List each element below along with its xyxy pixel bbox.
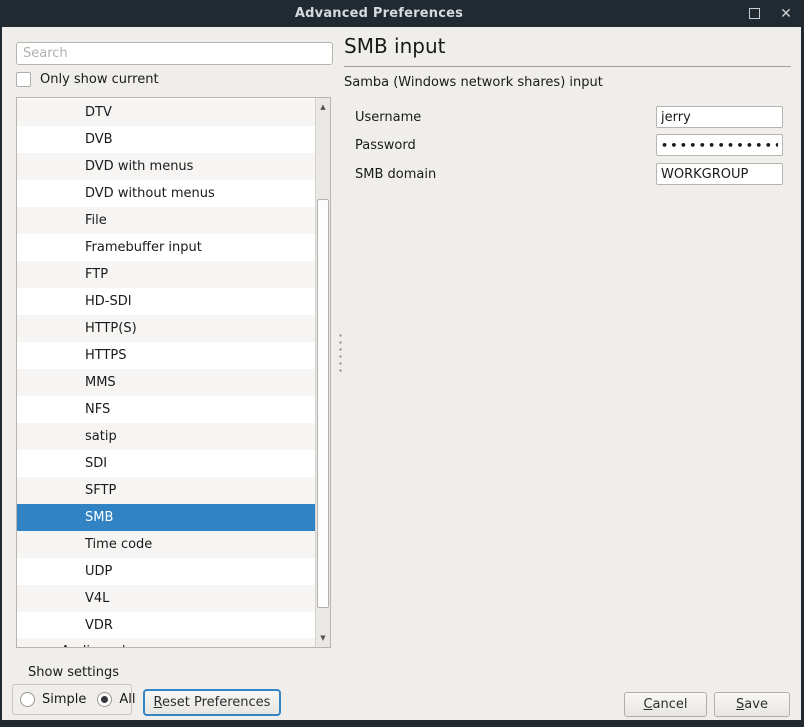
scroll-up-icon[interactable]: ▲ (316, 98, 330, 116)
username-label: Username (355, 110, 421, 125)
tree-item[interactable]: V4L (17, 585, 315, 612)
page-title: SMB input (344, 34, 445, 58)
maximize-button[interactable] (744, 4, 764, 24)
tree-item[interactable]: SFTP (17, 477, 315, 504)
tree-item[interactable]: Time code (17, 531, 315, 558)
tree-item-label: HTTP(S) (85, 321, 137, 336)
tree-item[interactable]: VDR (17, 612, 315, 639)
tree-item-label: DVD with menus (85, 159, 193, 174)
tree-item-label: UDP (85, 564, 112, 579)
close-icon: ✕ (780, 7, 792, 21)
password-field[interactable] (656, 134, 783, 156)
tree-item[interactable]: HD-SDI (17, 288, 315, 315)
show-settings-label: Show settings (28, 665, 119, 680)
tree-item-label: MMS (85, 375, 116, 390)
tree-item-label: Time code (85, 537, 152, 552)
tree-rows: DTV DVB DVD with menus DVD without menus… (17, 99, 315, 639)
tree-item[interactable]: Framebuffer input (17, 234, 315, 261)
title-divider (344, 66, 791, 67)
radio-all[interactable] (97, 692, 112, 707)
tree-item-label: SFTP (85, 483, 116, 498)
window-title: Advanced Preferences (295, 6, 463, 21)
tree-item[interactable]: DVD with menus (17, 153, 315, 180)
tree-item[interactable]: satip (17, 423, 315, 450)
tree-item-partial[interactable]: ▸ Audio codecs (17, 638, 315, 647)
search-input[interactable] (16, 42, 333, 65)
advanced-preferences-window: Advanced Preferences ✕ Only show current… (0, 0, 804, 727)
scrollbar-thumb[interactable] (317, 199, 329, 608)
smb-domain-field[interactable] (656, 163, 783, 185)
reset-preferences-button[interactable]: Reset Preferences (143, 689, 281, 716)
tree-item[interactable]: SMB (17, 504, 315, 531)
tree-item-label: Audio codecs (61, 639, 147, 648)
only-show-current-checkbox[interactable] (16, 72, 31, 87)
tree-item[interactable]: FTP (17, 261, 315, 288)
cancel-button[interactable]: Cancel (624, 692, 707, 717)
tree-item[interactable]: HTTP(S) (17, 315, 315, 342)
only-show-current-row: Only show current (16, 71, 159, 88)
tree-item-label: FTP (85, 267, 108, 282)
show-settings-radio-group: Simple All (12, 684, 132, 715)
expander-icon: ▸ (47, 639, 52, 648)
tree-item[interactable]: UDP (17, 558, 315, 585)
tree-item-label: V4L (85, 591, 109, 606)
password-label: Password (355, 138, 416, 153)
tree-item-label: File (85, 213, 107, 228)
tree-item[interactable]: DVB (17, 126, 315, 153)
tree-item[interactable]: HTTPS (17, 342, 315, 369)
radio-all-label: All (119, 692, 135, 707)
tree-item[interactable]: DTV (17, 99, 315, 126)
tree-item[interactable]: SDI (17, 450, 315, 477)
tree-item-label: HD-SDI (85, 294, 132, 309)
tree-item-label: VDR (85, 618, 113, 633)
save-button[interactable]: Save (714, 692, 790, 717)
tree-item[interactable]: NFS (17, 396, 315, 423)
username-field[interactable] (656, 106, 783, 128)
dialog-content: Only show current DTV DVB DVD with menus… (2, 27, 801, 720)
titlebar-buttons: ✕ (744, 0, 796, 27)
tree-item-label: DVB (85, 132, 113, 147)
tree-item-label: NFS (85, 402, 110, 417)
tree-item-label: Framebuffer input (85, 240, 202, 255)
tree-item[interactable]: File (17, 207, 315, 234)
tree-item-label: HTTPS (85, 348, 127, 363)
tree-item-label: DVD without menus (85, 186, 215, 201)
preferences-tree: DTV DVB DVD with menus DVD without menus… (16, 97, 331, 648)
radio-simple-label: Simple (42, 692, 86, 707)
tree-item-label: SDI (85, 456, 107, 471)
tree-item-label: satip (85, 429, 117, 444)
smb-domain-label: SMB domain (355, 167, 436, 182)
tree-item-label: DTV (85, 105, 112, 120)
tree-item-label: SMB (85, 510, 113, 525)
titlebar: Advanced Preferences ✕ (0, 0, 804, 27)
page-subtitle: Samba (Windows network shares) input (344, 75, 603, 90)
only-show-current-label: Only show current (40, 72, 159, 87)
close-button[interactable]: ✕ (776, 4, 796, 24)
maximize-icon (749, 8, 760, 19)
scroll-down-icon[interactable]: ▼ (316, 629, 330, 647)
tree-item[interactable]: MMS (17, 369, 315, 396)
tree-scrollbar[interactable]: ▲ ▼ (315, 98, 330, 647)
panel-splitter-handle[interactable] (339, 332, 342, 372)
tree-item[interactable]: DVD without menus (17, 180, 315, 207)
radio-simple[interactable] (20, 692, 35, 707)
